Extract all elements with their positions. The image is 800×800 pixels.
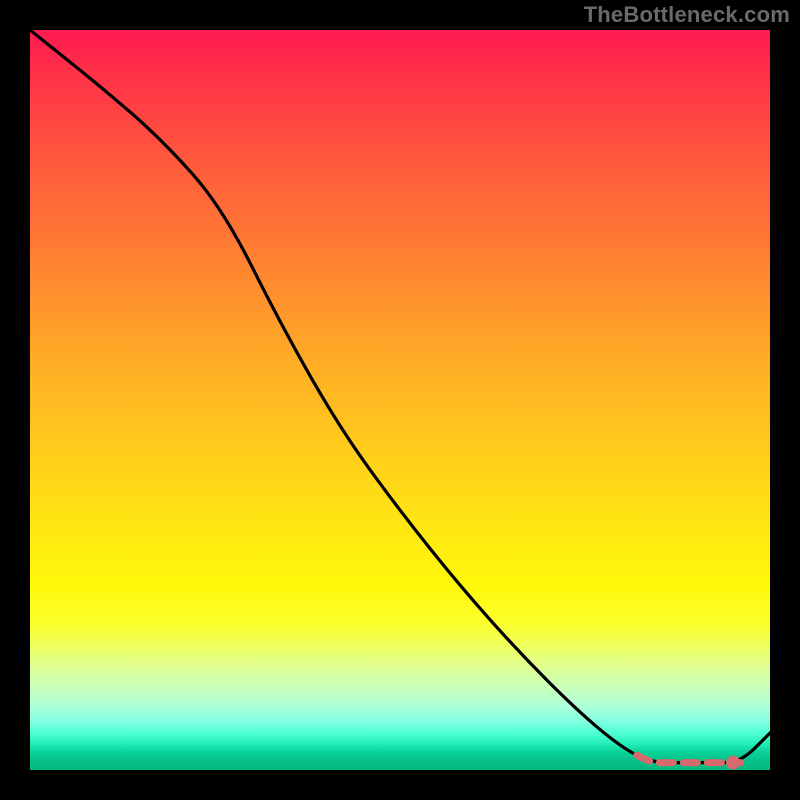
plot-area xyxy=(30,30,770,770)
optimal-range-marker xyxy=(30,30,770,770)
watermark-text: TheBottleneck.com xyxy=(584,2,790,28)
chart-frame: TheBottleneck.com xyxy=(0,0,800,800)
